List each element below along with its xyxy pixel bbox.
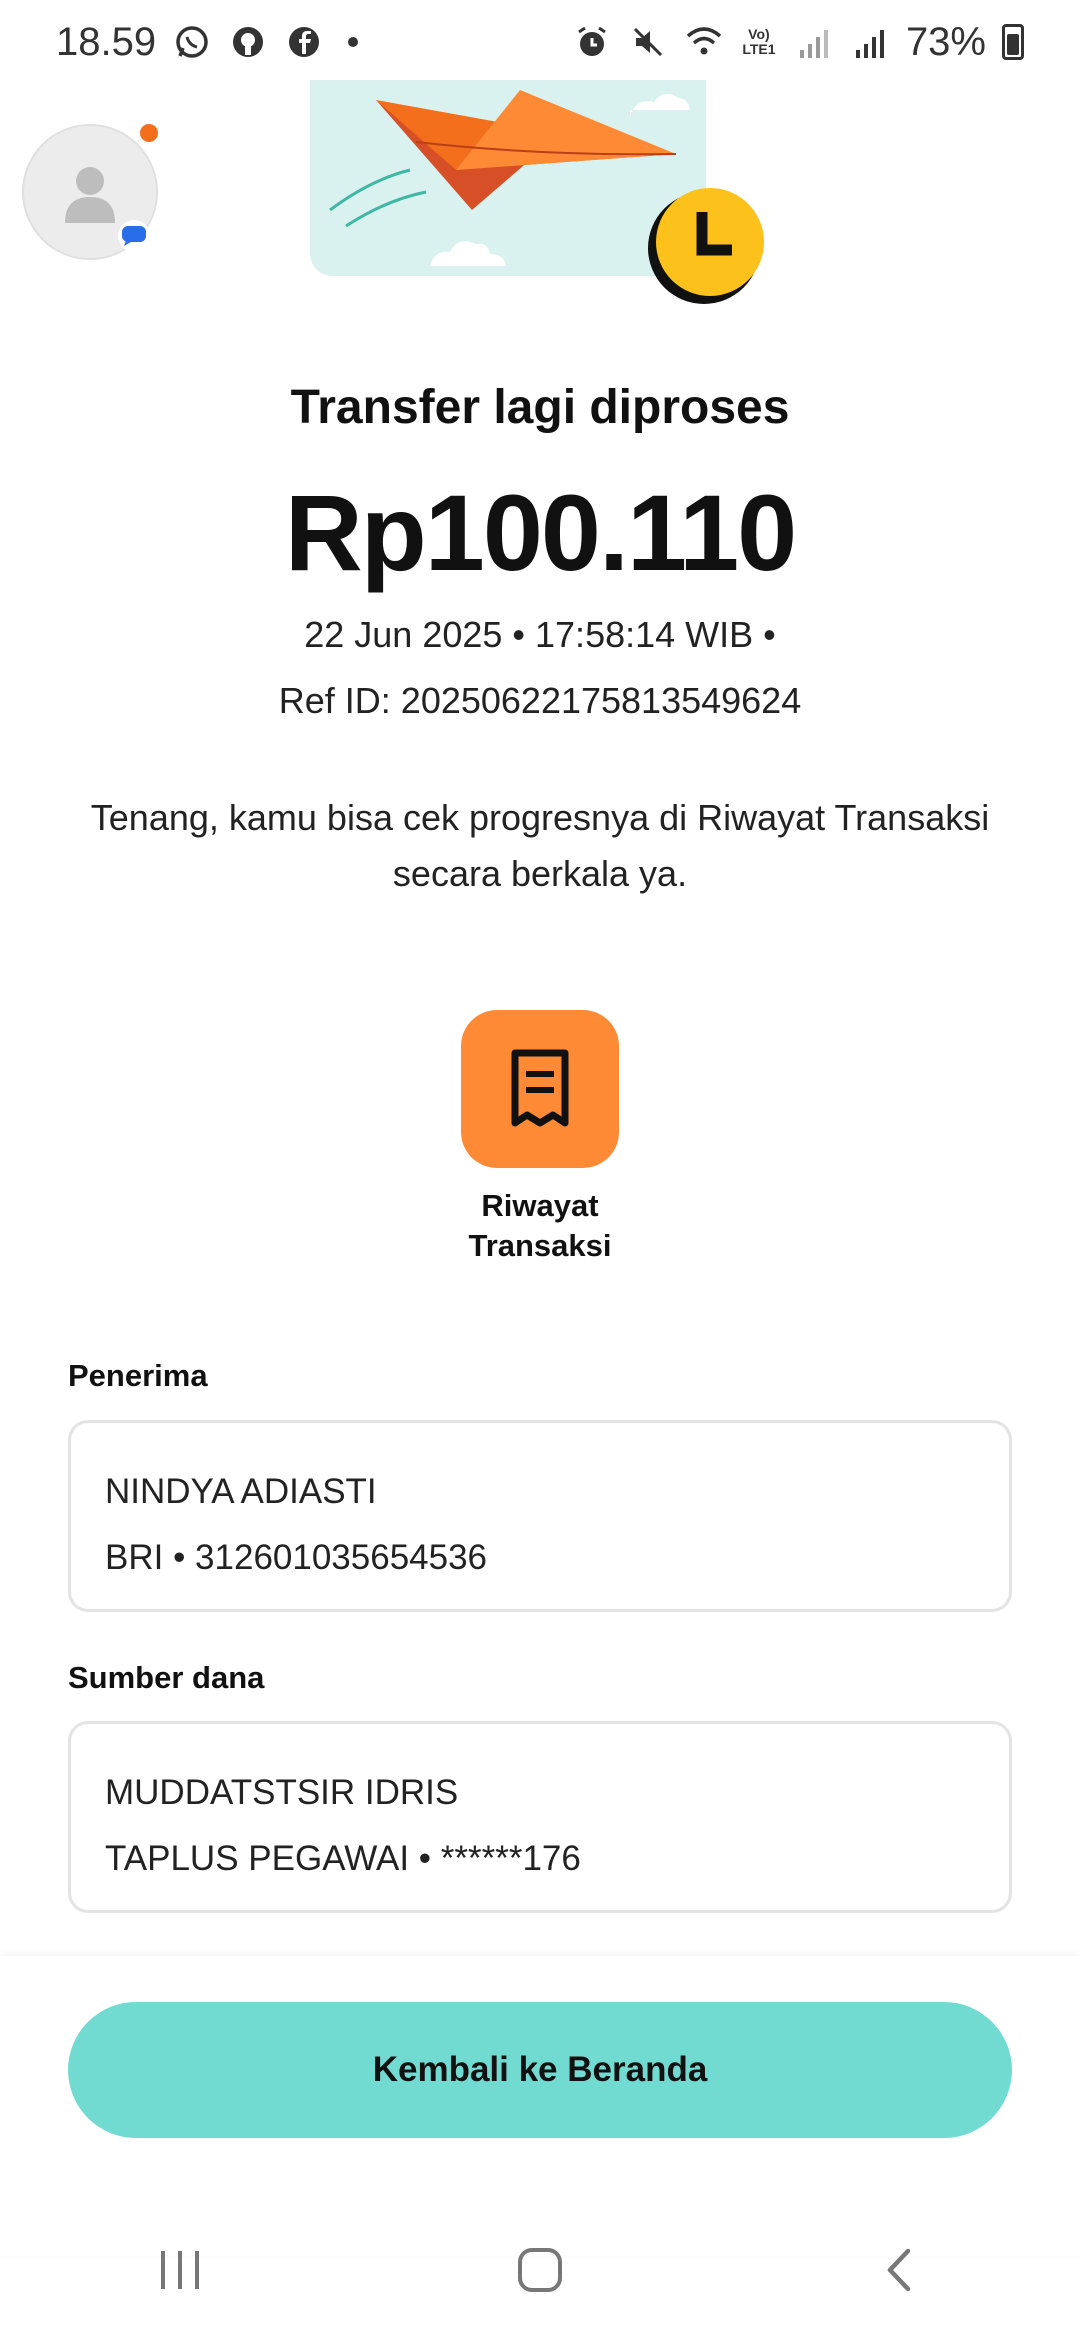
messages-badge-icon	[118, 220, 150, 252]
signal-icon-1	[794, 22, 834, 62]
reference-id: Ref ID: 20250622175813549624	[278, 680, 802, 721]
transfer-amount: Rp100.110	[284, 472, 797, 593]
recipient-card: NINDYA ADIASTI BRI • 312601035654536	[68, 1420, 1012, 1612]
transfer-datetime: 22 Jun 2025 • 17:58:14 WIB •	[304, 614, 776, 655]
back-button[interactable]	[840, 2230, 960, 2310]
back-icon	[887, 2248, 911, 2292]
mute-icon	[628, 22, 668, 62]
recent-apps-button[interactable]	[120, 2230, 240, 2310]
transfer-pending-illustration	[310, 70, 770, 310]
recipient-label: Penerima	[68, 1358, 208, 1393]
github-icon	[228, 22, 268, 62]
battery-icon	[1002, 24, 1024, 60]
home-icon	[518, 2248, 562, 2292]
info-message: Tenang, kamu bisa cek progresnya di Riwa…	[90, 797, 990, 894]
facebook-icon	[284, 22, 324, 62]
person-icon	[65, 167, 115, 223]
source-label: Sumber dana	[68, 1660, 265, 1695]
recipient-account: BRI • 312601035654536	[105, 1538, 488, 1577]
signal-icon-2	[850, 22, 890, 62]
receipt-icon	[511, 1049, 569, 1127]
transaction-history-shortcut[interactable]: Riwayat Transaksi	[420, 1010, 660, 1266]
shortcut-label: Riwayat Transaksi	[468, 1188, 612, 1263]
notification-dot	[348, 37, 359, 47]
status-time: 18.59	[56, 19, 157, 64]
source-account: TAPLUS PEGAWAI • ******176	[105, 1839, 581, 1878]
status-title: Transfer lagi diproses	[290, 381, 790, 434]
source-name: MUDDATSTSIR IDRIS	[105, 1773, 459, 1812]
system-navigation-bar	[0, 2200, 1080, 2340]
wifi-icon	[684, 22, 724, 62]
clock-icon	[648, 188, 764, 304]
status-left: 18.59	[56, 19, 359, 65]
recent-apps-icon	[161, 2251, 199, 2289]
source-card: MUDDATSTSIR IDRIS TAPLUS PEGAWAI • *****…	[68, 1721, 1012, 1913]
battery-percent: 73%	[905, 19, 986, 64]
avatar-notification-dot	[140, 124, 158, 142]
home-button[interactable]	[480, 2230, 600, 2310]
back-to-home-button[interactable]: Kembali ke Beranda	[68, 2002, 1012, 2138]
whatsapp-icon	[172, 22, 212, 62]
status-right: Vo) LTE1 73%	[572, 20, 1024, 65]
recipient-name: NINDYA ADIASTI	[105, 1472, 377, 1511]
network-label: Vo) LTE1	[742, 26, 776, 57]
shortcut-tile[interactable]	[461, 1010, 619, 1168]
alarm-icon	[572, 22, 612, 62]
